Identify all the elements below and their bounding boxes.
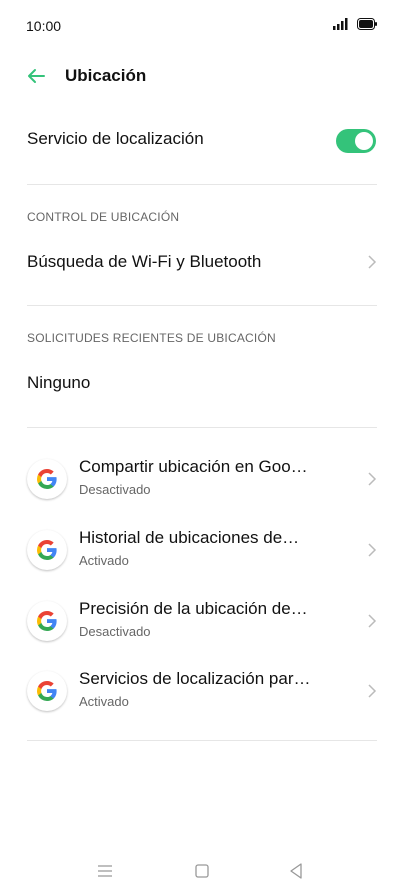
back-arrow-icon bbox=[28, 69, 45, 83]
wifi-bluetooth-scan-row[interactable]: Búsqueda de Wi-Fi y Bluetooth bbox=[27, 252, 377, 280]
app-name: Servicios de localización par… bbox=[79, 669, 311, 688]
app-state: Desactivado bbox=[79, 482, 151, 497]
app-item[interactable]: Compartir ubicación en Goo… Desactivado bbox=[27, 449, 377, 519]
google-icon bbox=[27, 671, 67, 711]
google-icon bbox=[27, 601, 67, 641]
battery-icon bbox=[357, 18, 377, 30]
recent-requests-empty: Ninguno bbox=[27, 373, 377, 401]
wifi-bluetooth-scan-label: Búsqueda de Wi-Fi y Bluetooth bbox=[27, 252, 262, 271]
app-bar: Ubicación bbox=[0, 56, 403, 98]
menu-icon[interactable] bbox=[97, 864, 113, 878]
page-title: Ubicación bbox=[65, 66, 147, 85]
back-button[interactable] bbox=[24, 64, 48, 88]
app-name: Historial de ubicaciones de… bbox=[79, 528, 300, 547]
toggle-knob bbox=[355, 132, 373, 150]
app-item[interactable]: Historial de ubicaciones de… Activado bbox=[27, 520, 377, 590]
divider bbox=[27, 305, 377, 306]
google-icon bbox=[27, 459, 67, 499]
app-state: Activado bbox=[79, 553, 129, 568]
location-service-label: Servicio de localización bbox=[27, 129, 204, 148]
section-header-recent: SOLICITUDES RECIENTES DE UBICACIÓN bbox=[27, 331, 276, 345]
chevron-right-icon bbox=[368, 684, 377, 698]
app-name: Compartir ubicación en Goo… bbox=[79, 457, 308, 476]
status-icons bbox=[333, 18, 377, 30]
status-time: 10:00 bbox=[26, 18, 62, 34]
chevron-right-icon bbox=[368, 472, 377, 486]
app-state: Desactivado bbox=[79, 624, 151, 639]
divider bbox=[27, 740, 377, 741]
divider bbox=[27, 427, 377, 428]
divider bbox=[27, 184, 377, 185]
chevron-right-icon bbox=[368, 614, 377, 628]
back-triangle-icon[interactable] bbox=[289, 863, 303, 879]
location-service-row[interactable]: Servicio de localización bbox=[27, 129, 377, 157]
chevron-right-icon bbox=[368, 255, 377, 269]
app-item[interactable]: Precisión de la ubicación de… Desactivad… bbox=[27, 591, 377, 661]
app-state: Activado bbox=[79, 694, 129, 709]
app-name: Precisión de la ubicación de… bbox=[79, 599, 308, 618]
status-bar: 10:00 bbox=[0, 0, 403, 50]
recent-requests-none-label: Ninguno bbox=[27, 373, 91, 392]
location-service-toggle[interactable] bbox=[336, 129, 376, 153]
section-header-control: CONTROL DE UBICACIÓN bbox=[27, 210, 180, 224]
home-icon[interactable] bbox=[195, 864, 209, 878]
google-icon bbox=[27, 530, 67, 570]
signal-icon bbox=[333, 18, 348, 30]
app-item[interactable]: Servicios de localización par… Activado bbox=[27, 661, 377, 731]
chevron-right-icon bbox=[368, 543, 377, 557]
navigation-bar bbox=[0, 848, 403, 896]
